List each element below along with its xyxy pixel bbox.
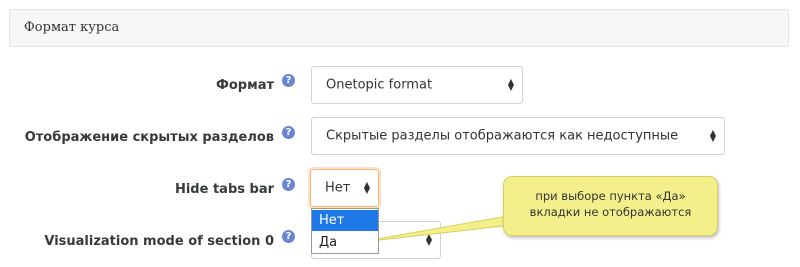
question-icon[interactable]: ? (282, 230, 295, 243)
question-icon[interactable]: ? (282, 178, 295, 191)
format-select-value: Onetopic format (326, 77, 433, 93)
hide-tabs-bar-label: Hide tabs bar (174, 182, 274, 197)
question-icon[interactable]: ? (282, 126, 295, 139)
select-arrows-icon: ▲ ▼ (507, 77, 514, 92)
select-arrows-icon: ▲ ▼ (709, 128, 716, 143)
format-label: Формат (215, 78, 274, 93)
section-title[interactable]: Формат курса (24, 20, 119, 35)
hide-tabs-bar-select[interactable]: Нет ▲ ▼ (310, 169, 379, 207)
section-header[interactable]: Формат курса (9, 9, 789, 47)
hide-tabs-bar-dropdown[interactable]: Нет Да (311, 208, 379, 254)
dropdown-option-no[interactable]: Нет (312, 210, 378, 231)
hidden-sections-select[interactable]: Скрытые разделы отображаются как недосту… (311, 117, 725, 155)
callout-line-2: вкладки не отображаются (529, 205, 692, 219)
question-icon[interactable]: ? (282, 74, 295, 87)
hidden-sections-select-value: Скрытые разделы отображаются как недосту… (326, 128, 679, 144)
select-arrows-icon: ▲ ▼ (425, 232, 432, 247)
hidden-sections-label: Отображение скрытых разделов (24, 130, 274, 145)
hide-tabs-bar-select-value: Нет (325, 180, 351, 196)
callout-note: при выборе пункта «Да» вкладки не отобра… (503, 176, 718, 236)
visualization-mode-label: Visualization mode of section 0 (44, 234, 274, 249)
dropdown-option-yes[interactable]: Да (312, 232, 378, 253)
callout-line-1: при выборе пункта «Да» (535, 189, 686, 203)
select-arrows-icon: ▲ ▼ (363, 180, 370, 195)
format-select[interactable]: Onetopic format ▲ ▼ (311, 66, 523, 104)
